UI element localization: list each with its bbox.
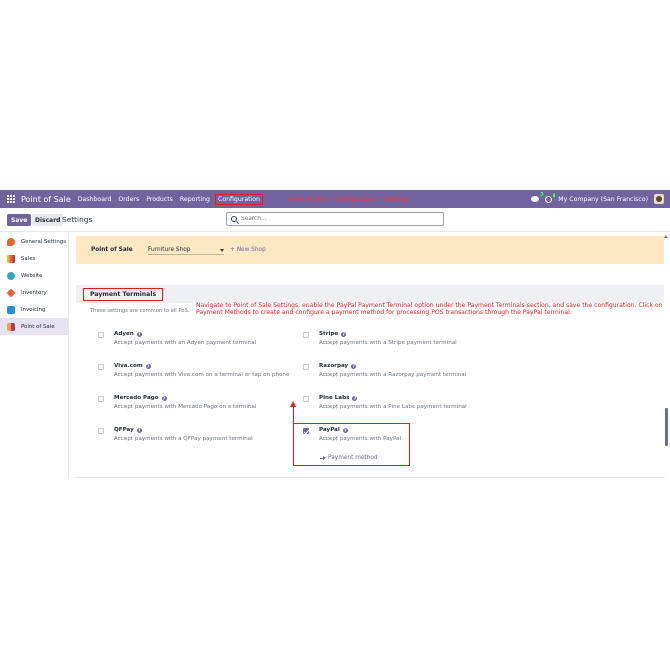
activity-clock-icon[interactable]: 4 bbox=[545, 192, 557, 203]
option-description: Accept payments with Viva.com on a termi… bbox=[114, 372, 290, 378]
shop-select[interactable]: Furniture Shop bbox=[148, 247, 224, 255]
sidebar-item-general-settings[interactable]: General Settings bbox=[0, 233, 68, 250]
apps-grid-icon[interactable] bbox=[7, 195, 15, 203]
invoicing-icon bbox=[7, 305, 15, 314]
annotation-arrow-up-icon bbox=[290, 401, 296, 407]
app-name[interactable]: Point of Sale bbox=[21, 195, 71, 204]
menu-orders[interactable]: Orders bbox=[118, 196, 139, 203]
menu-products[interactable]: Products bbox=[146, 196, 173, 203]
sidebar-item-label: Sales bbox=[21, 255, 36, 262]
option-name: Adyen bbox=[114, 331, 134, 337]
option-name: Mercado Pago bbox=[114, 395, 159, 401]
viva-checkbox[interactable] bbox=[98, 364, 104, 370]
settings-sidebar: General Settings Sales Website Inventory… bbox=[0, 233, 69, 479]
section-note: These settings are common to all PoS. bbox=[90, 308, 190, 314]
help-icon[interactable]: ? bbox=[136, 331, 142, 337]
new-shop-button[interactable]: + New Shop bbox=[230, 247, 266, 253]
caret-down-icon bbox=[220, 249, 224, 252]
sidebar-item-invoicing[interactable]: Invoicing bbox=[0, 301, 68, 318]
sidebar-item-label: Invoicing bbox=[21, 306, 46, 313]
option-name: QFPay bbox=[114, 427, 134, 433]
stripe-checkbox[interactable] bbox=[303, 332, 309, 338]
option-name: Stripe bbox=[319, 331, 339, 337]
option-description: Accept payments with a Razorpay payment … bbox=[319, 372, 467, 378]
save-button[interactable]: Save bbox=[7, 214, 32, 226]
search-box[interactable] bbox=[226, 212, 444, 226]
navbar-right: 7 4 My Company (San Francisco) bbox=[531, 190, 664, 208]
razorpay-checkbox[interactable] bbox=[303, 364, 309, 370]
sidebar-item-label: General Settings bbox=[21, 238, 67, 245]
adyen-checkbox[interactable] bbox=[98, 332, 104, 338]
menu-configuration[interactable]: Configuration bbox=[215, 193, 263, 205]
option-description: Accept payments with a Pine Labs payment… bbox=[319, 404, 467, 410]
option-description: Accept payments with Mercado Pago on a t… bbox=[114, 404, 257, 410]
qfpay-checkbox[interactable] bbox=[98, 428, 104, 434]
help-icon[interactable]: ? bbox=[351, 363, 357, 369]
control-panel: Save Discard Settings bbox=[0, 208, 670, 232]
scroll-up-icon[interactable] bbox=[664, 235, 668, 238]
shop-select-value: Furniture Shop bbox=[148, 247, 191, 253]
activity-badge: 4 bbox=[551, 192, 557, 198]
option-name: Razorpay bbox=[319, 363, 349, 369]
navigation-annotation: Point of Sale → Configuration → Settings bbox=[288, 195, 410, 203]
instruction-annotation: Navigate to Point of Sale Settings, enab… bbox=[196, 302, 663, 317]
search-icon bbox=[231, 216, 237, 222]
content-divider bbox=[75, 477, 665, 478]
top-navbar: Point of Sale Dashboard Orders Products … bbox=[0, 190, 670, 208]
option-description: Accept payments with a Stripe payment te… bbox=[319, 340, 457, 346]
annotation-arrow-line bbox=[293, 406, 295, 424]
paypal-highlight-box bbox=[293, 423, 410, 466]
help-icon[interactable]: ? bbox=[145, 363, 151, 369]
inventory-icon bbox=[6, 287, 16, 298]
sidebar-item-inventory[interactable]: Inventory bbox=[0, 284, 68, 301]
pos-label: Point of Sale bbox=[91, 247, 133, 253]
sidebar-item-website[interactable]: Website bbox=[0, 267, 68, 284]
help-icon[interactable]: ? bbox=[341, 331, 347, 337]
option-name: Viva.com bbox=[114, 363, 143, 369]
chat-badge: 7 bbox=[539, 192, 545, 197]
menu-reporting[interactable]: Reporting bbox=[180, 196, 210, 203]
sidebar-item-label: Point of Sale bbox=[21, 323, 55, 330]
discard-button[interactable]: Discard bbox=[32, 214, 64, 226]
option-description: Accept payments with an Adyen payment te… bbox=[114, 340, 257, 346]
help-icon[interactable]: ? bbox=[161, 395, 167, 401]
menu-dashboard[interactable]: Dashboard bbox=[78, 196, 112, 203]
sidebar-item-point-of-sale[interactable]: Point of Sale bbox=[0, 318, 68, 335]
pos-shop-header: Point of Sale Furniture Shop + New Shop bbox=[76, 236, 664, 264]
point-of-sale-icon bbox=[7, 322, 15, 331]
user-avatar[interactable] bbox=[654, 194, 664, 204]
payment-terminals-header: Payment Terminals bbox=[76, 285, 664, 303]
general-settings-icon bbox=[7, 237, 15, 246]
sidebar-item-label: Website bbox=[21, 272, 43, 279]
website-icon bbox=[7, 271, 15, 280]
company-switcher[interactable]: My Company (San Francisco) bbox=[558, 196, 648, 203]
sidebar-item-sales[interactable]: Sales bbox=[0, 250, 68, 267]
scrollbar[interactable] bbox=[665, 408, 668, 446]
screen: Point of Sale Dashboard Orders Products … bbox=[0, 0, 670, 670]
option-name: Pine Labs bbox=[319, 395, 350, 401]
option-description: Accept payments with a QFPay payment ter… bbox=[114, 436, 253, 442]
section-title: Payment Terminals bbox=[83, 288, 164, 301]
search-input[interactable] bbox=[241, 216, 431, 222]
pine-labs-checkbox[interactable] bbox=[303, 396, 309, 402]
sales-icon bbox=[7, 254, 15, 263]
sidebar-item-label: Inventory bbox=[21, 289, 47, 296]
help-icon[interactable]: ? bbox=[136, 427, 142, 433]
mercado-pago-checkbox[interactable] bbox=[98, 396, 104, 402]
help-icon[interactable]: ? bbox=[352, 395, 358, 401]
chat-icon[interactable]: 7 bbox=[531, 192, 545, 202]
page-title: Settings bbox=[62, 215, 93, 224]
